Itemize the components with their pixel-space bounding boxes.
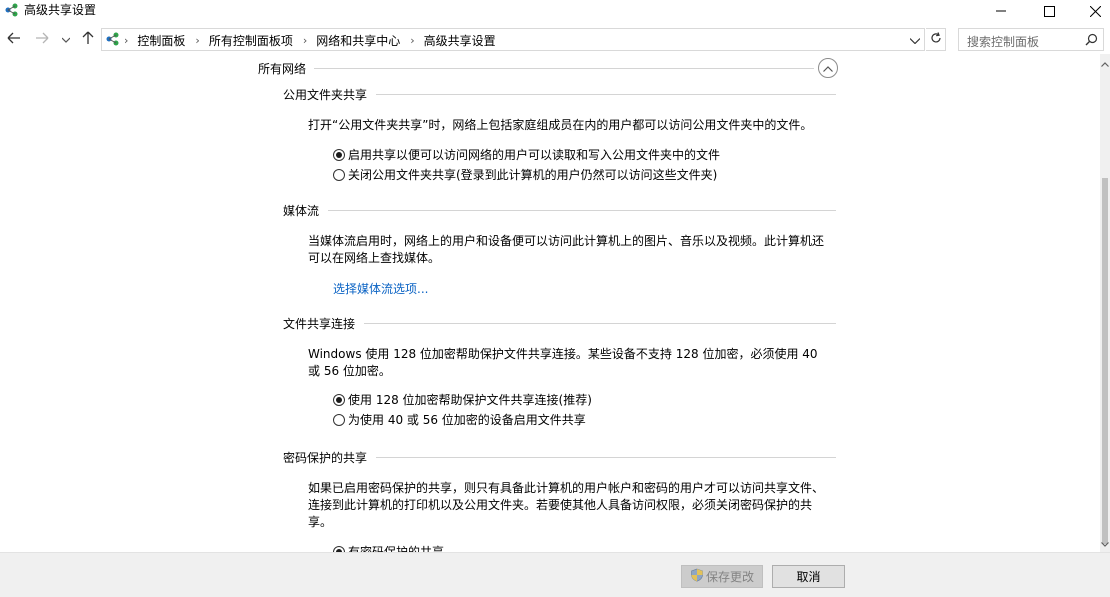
radio-label[interactable]: 为使用 40 或 56 位加密的设备启用文件共享: [348, 411, 586, 428]
divider: [364, 323, 836, 324]
settings-content: 所有网络 公用文件夹共享 打开“公用文件夹共享”时，网络上包括家庭组成员在内的用…: [0, 54, 1100, 552]
refresh-icon: [930, 32, 942, 47]
maximize-icon: [1043, 5, 1055, 17]
radio-button[interactable]: [333, 393, 345, 406]
minimize-icon: [996, 6, 1006, 16]
media-streaming-options-link[interactable]: 选择媒体流选项...: [333, 280, 428, 297]
search-input[interactable]: 搜索控制面板: [958, 28, 1104, 51]
radio-label[interactable]: 关闭公用文件夹共享(登录到此计算机的用户仍然可以访问这些文件夹): [348, 166, 717, 183]
footer-bar: 保存更改 取消: [0, 552, 1110, 597]
window-title: 高级共享设置: [24, 3, 97, 17]
maximize-button[interactable]: [1026, 0, 1072, 22]
section-title: 文件共享连接: [283, 317, 356, 331]
divider: [376, 457, 836, 458]
close-icon: [1089, 5, 1101, 17]
minimize-button[interactable]: [978, 0, 1024, 22]
cancel-button[interactable]: 取消: [772, 565, 845, 588]
address-bar[interactable]: › 控制面板 › 所有控制面板项 › 网络和共享中心 › 高级共享设置: [101, 28, 925, 51]
radio-button[interactable]: [333, 413, 345, 426]
chevron-right-icon[interactable]: ›: [410, 34, 414, 47]
chevron-down-icon[interactable]: [1101, 536, 1109, 550]
section-title: 公用文件夹共享: [283, 88, 368, 102]
network-icon: [4, 3, 20, 17]
section-description: 打开“公用文件夹共享”时，网络上包括家庭组成员在内的用户都可以访问公用文件夹中的…: [308, 118, 813, 132]
refresh-button[interactable]: [926, 28, 946, 51]
radio-disable-public-sharing[interactable]: 关闭公用文件夹共享(登录到此计算机的用户仍然可以访问这些文件夹): [333, 166, 717, 183]
network-icon: [105, 32, 121, 46]
breadcrumb-item[interactable]: 网络和共享中心: [316, 32, 400, 49]
breadcrumb: › 控制面板 › 所有控制面板项 › 网络和共享中心 › 高级共享设置: [124, 32, 496, 49]
chevron-right-icon[interactable]: ›: [303, 34, 307, 47]
chevron-down-icon: [61, 32, 71, 46]
vertical-scrollbar[interactable]: [1100, 54, 1110, 552]
search-icon[interactable]: [1085, 33, 1098, 49]
breadcrumb-item[interactable]: 所有控制面板项: [209, 32, 293, 49]
breadcrumb-item[interactable]: 控制面板: [137, 32, 185, 49]
radio-label[interactable]: 有密码保护的共享: [348, 543, 444, 552]
arrow-right-icon: [35, 32, 49, 47]
section-title: 密码保护的共享: [283, 451, 368, 465]
radio-password-protected-on[interactable]: 有密码保护的共享: [333, 543, 444, 552]
radio-button[interactable]: [333, 168, 345, 181]
address-dropdown-button[interactable]: [908, 32, 922, 48]
chevron-up-icon: [823, 61, 833, 75]
section-description: 当媒体流启用时，网络上的用户和设备便可以访问此计算机上的图片、音乐以及视频。此计…: [308, 234, 825, 265]
save-changes-button[interactable]: 保存更改: [681, 565, 763, 588]
radio-enable-public-sharing[interactable]: 启用共享以便可以访问网络的用户可以读取和写入公用文件夹中的文件: [333, 146, 720, 163]
recent-locations-button[interactable]: [58, 29, 74, 49]
chevron-right-icon[interactable]: ›: [195, 34, 199, 47]
breadcrumb-item[interactable]: 高级共享设置: [424, 32, 496, 49]
forward-button[interactable]: [32, 29, 52, 49]
title-bar: 高级共享设置: [0, 0, 1110, 24]
section-description: 如果已启用密码保护的共享，则只有具备此计算机的用户帐户和密码的用户才可以访问共享…: [308, 481, 825, 529]
radio-button[interactable]: [333, 148, 345, 161]
divider: [328, 210, 836, 211]
collapse-button[interactable]: [818, 58, 838, 78]
search-placeholder: 搜索控制面板: [967, 35, 1040, 49]
divider: [314, 68, 814, 69]
arrow-up-icon: [82, 31, 94, 48]
chevron-right-icon[interactable]: ›: [124, 34, 128, 47]
radio-128bit-encryption[interactable]: 使用 128 位加密帮助保护文件共享连接(推荐): [333, 391, 592, 408]
close-button[interactable]: [1072, 0, 1110, 22]
radio-40-56bit-encryption[interactable]: 为使用 40 或 56 位加密的设备启用文件共享: [333, 411, 586, 428]
radio-label[interactable]: 使用 128 位加密帮助保护文件共享连接(推荐): [348, 391, 592, 408]
section-title: 媒体流: [283, 204, 320, 218]
back-button[interactable]: [4, 29, 24, 49]
divider: [376, 94, 836, 95]
cancel-label: 取消: [796, 570, 821, 584]
up-button[interactable]: [78, 29, 98, 49]
chevron-down-icon: [909, 33, 921, 47]
navigation-bar: › 控制面板 › 所有控制面板项 › 网络和共享中心 › 高级共享设置 搜索控制…: [0, 26, 1110, 54]
section-description: Windows 使用 128 位加密帮助保护文件共享连接。某些设备不支持 128…: [308, 347, 818, 378]
group-title: 所有网络: [258, 62, 307, 76]
arrow-left-icon: [7, 32, 21, 47]
scrollbar-thumb[interactable]: [1102, 178, 1108, 544]
radio-label[interactable]: 启用共享以便可以访问网络的用户可以读取和写入公用文件夹中的文件: [348, 146, 720, 163]
save-changes-label: 保存更改: [705, 570, 754, 584]
chevron-up-icon[interactable]: [1101, 56, 1109, 70]
shield-icon: [690, 568, 704, 585]
